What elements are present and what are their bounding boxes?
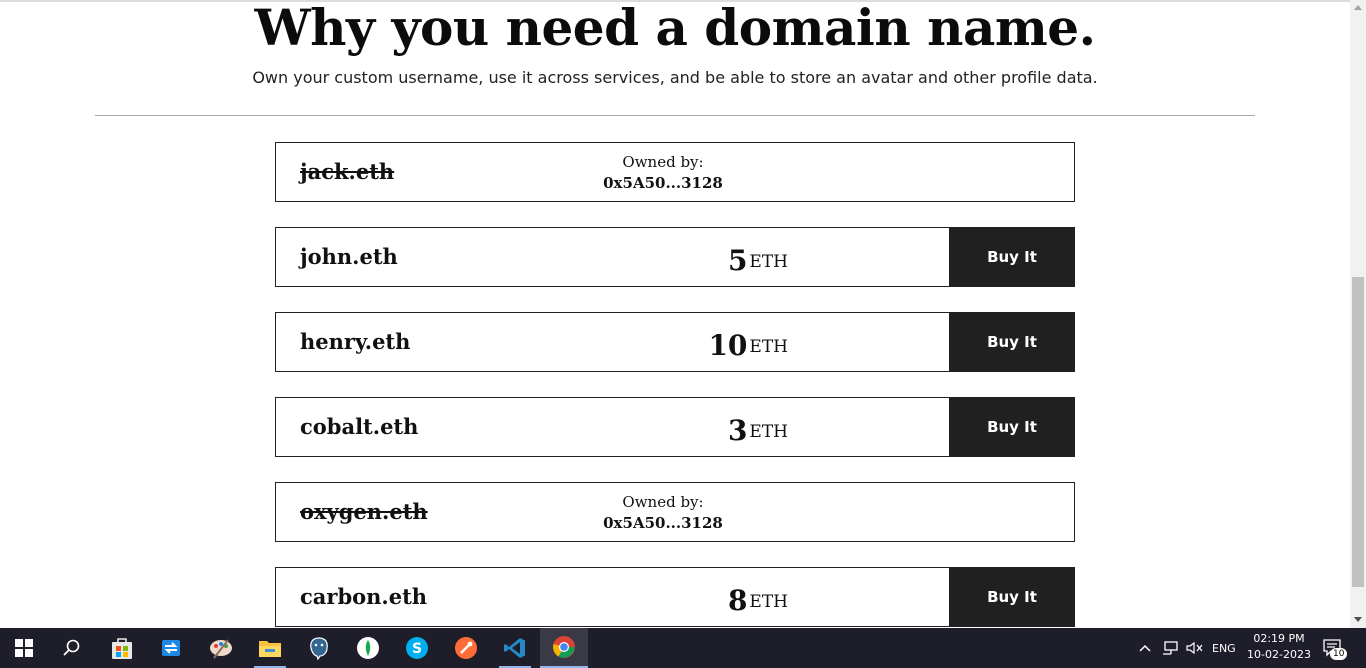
page-title: Why you need a domain name.	[254, 0, 1096, 57]
domain-price: 3 ETH	[576, 398, 788, 456]
mail-sync-icon[interactable]	[148, 628, 196, 668]
clock-date: 10-02-2023	[1247, 648, 1311, 661]
domain-row: john.eth 5 ETH Buy It	[275, 227, 1075, 287]
paint-icon[interactable]	[197, 628, 245, 668]
price-unit: ETH	[749, 592, 788, 612]
price-amount: 8	[727, 583, 748, 617]
domain-list: jack.eth Owned by: 0x5A50...3128 john.et…	[275, 142, 1075, 628]
clock[interactable]: 02:19 PM 10-02-2023	[1242, 631, 1316, 663]
page: Why you need a domain name. Own your cus…	[0, 0, 1350, 628]
price-unit: ETH	[749, 337, 788, 357]
owner-info: Owned by: 0x5A50...3128	[538, 152, 788, 194]
buy-button[interactable]: Buy It	[949, 312, 1075, 372]
owned-by-label: Owned by:	[622, 493, 704, 511]
notifications-icon[interactable]: 10	[1322, 628, 1348, 668]
search-icon[interactable]	[48, 628, 96, 668]
price-amount: 5	[727, 243, 748, 277]
domain-price: 10 ETH	[576, 313, 788, 371]
scrollbar-thumb[interactable]	[1352, 277, 1364, 587]
domain-name: cobalt.eth	[300, 414, 419, 439]
domain-row: cobalt.eth 3 ETH Buy It	[275, 397, 1075, 457]
clock-time: 02:19 PM	[1253, 632, 1305, 645]
domain-row: oxygen.eth Owned by: 0x5A50...3128	[275, 482, 1075, 542]
domain-name: henry.eth	[300, 329, 411, 354]
windows-start-icon[interactable]	[0, 628, 48, 668]
file-explorer-icon[interactable]	[246, 628, 294, 668]
buy-button[interactable]: Buy It	[949, 227, 1075, 287]
microsoft-store-icon[interactable]	[98, 628, 146, 668]
postgresql-icon[interactable]	[295, 628, 343, 668]
owned-by-label: Owned by:	[622, 153, 704, 171]
tray-overflow-chevron-icon[interactable]	[1138, 628, 1152, 668]
domain-price: 8 ETH	[576, 568, 788, 626]
chrome-icon[interactable]	[540, 628, 588, 668]
language-indicator[interactable]: ENG	[1212, 628, 1236, 668]
owner-address: 0x5A50...3128	[603, 174, 723, 192]
page-subtitle: Own your custom username, use it across …	[252, 68, 1098, 87]
owner-address: 0x5A50...3128	[603, 514, 723, 532]
domain-name: carbon.eth	[300, 584, 428, 609]
domain-row: carbon.eth 8 ETH Buy It	[275, 567, 1075, 627]
svg-text:S: S	[412, 641, 422, 657]
domain-name: oxygen.eth	[300, 499, 428, 524]
scroll-up-arrow-icon[interactable]	[1354, 5, 1362, 10]
price-amount: 3	[727, 413, 748, 447]
scroll-down-arrow-icon[interactable]	[1354, 617, 1362, 622]
divider	[95, 115, 1255, 116]
notification-count-badge: 10	[1330, 648, 1348, 660]
price-unit: ETH	[749, 422, 788, 442]
skype-icon[interactable]: S	[393, 628, 441, 668]
vertical-scrollbar[interactable]	[1350, 0, 1366, 628]
domain-row: henry.eth 10 ETH Buy It	[275, 312, 1075, 372]
owner-info: Owned by: 0x5A50...3128	[538, 492, 788, 534]
domain-row: jack.eth Owned by: 0x5A50...3128	[275, 142, 1075, 202]
buy-button[interactable]: Buy It	[949, 567, 1075, 627]
buy-button[interactable]: Buy It	[949, 397, 1075, 457]
price-unit: ETH	[749, 252, 788, 272]
price-amount: 10	[708, 328, 748, 362]
windows-taskbar: S ENG 02:19 PM 10-02-2023 10	[0, 628, 1366, 668]
domain-price: 5 ETH	[576, 228, 788, 286]
vscode-icon[interactable]	[491, 628, 539, 668]
mongodb-compass-icon[interactable]	[344, 628, 392, 668]
volume-muted-icon[interactable]	[1185, 628, 1203, 668]
network-icon[interactable]	[1162, 628, 1180, 668]
domain-name: jack.eth	[300, 159, 395, 184]
domain-name: john.eth	[300, 244, 398, 269]
postman-icon[interactable]	[442, 628, 490, 668]
